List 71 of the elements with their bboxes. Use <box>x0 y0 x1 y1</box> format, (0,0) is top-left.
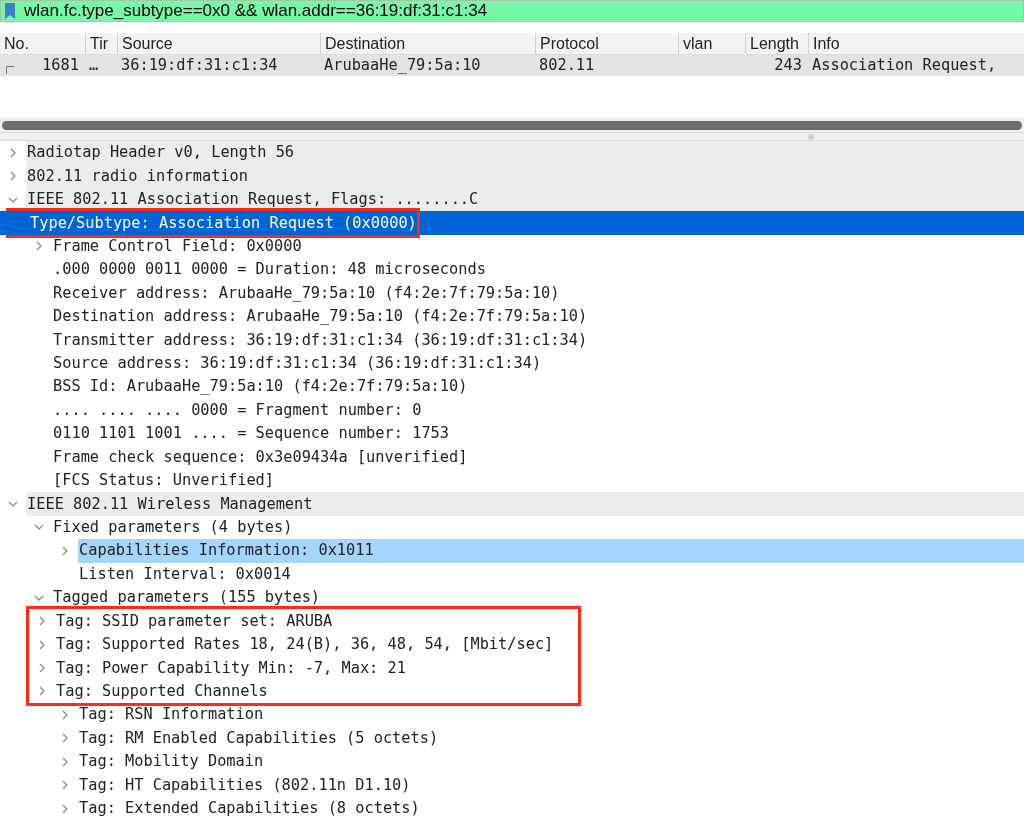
tree-row[interactable]: .000 0000 0011 0000 = Duration: 48 microseconds <box>0 258 1024 282</box>
field-text: Listen Interval: 0x0014 <box>78 563 291 585</box>
tree-row[interactable]: Source address: 36:19:df:31:c1:34 (36:19:df:31:c1:34) <box>0 351 1024 376</box>
column-header[interactable]: Info <box>808 33 1024 54</box>
table-cell: 802.11 <box>539 55 595 76</box>
packet-row[interactable]: 1681 … 36:19:df:31:c1:34 ArubaaHe_79:5a:10 802.11 243 Association Request, <box>0 55 1024 76</box>
field-text: Tag: Supported Channels <box>55 680 268 702</box>
table-cell: ArubaaHe_79:5a:10 <box>324 55 481 76</box>
tree-row[interactable]: Tag: RSN Information <box>0 703 1024 727</box>
field-text: [FCS Status: Unverified] <box>52 470 275 492</box>
scrollbar-thumb[interactable] <box>2 120 1022 130</box>
tree-row[interactable]: [FCS Status: Unverified] <box>0 468 1024 493</box>
field-text: Transmitter address: 36:19:df:31:c1:34 (36:19:df:31:c1:34) <box>52 329 588 351</box>
tree-row[interactable]: Transmitter address: 36:19:df:31:c1:34 (36:19:df:31:c1:34) <box>0 328 1024 352</box>
tree-row[interactable]: Fixed parameters (4 bytes) <box>0 515 1024 540</box>
table-cell: 1681 <box>42 55 79 76</box>
field-text: Source address: 36:19:df:31:c1:34 (36:19:df:31:c1:34) <box>52 353 542 375</box>
field-text: Tag: SSID parameter set: ARUBA <box>55 610 333 632</box>
field-text: Tag: Power Capability Min: -7, Max: 21 <box>55 657 406 679</box>
field-text: Destination address: ArubaaHe_79:5a:10 (f4:2e:7f:79:5a:10) <box>52 306 588 328</box>
tree-connector-icon <box>6 65 14 74</box>
table-cell: 243 <box>774 55 802 76</box>
field-text: 0110 1101 1001 .... = Sequence number: 1753 <box>52 423 449 445</box>
tree-row[interactable]: Receiver address: ArubaaHe_79:5a:10 (f4:2e:7f:79:5a:10) <box>0 281 1024 305</box>
tree-row[interactable]: Tag: Supported Rates 18, 24(B), 36, 48, 54, [Mbit/sec] <box>29 632 554 657</box>
tree-row[interactable]: Tag: RM Enabled Capabilities (5 octets) <box>0 726 1024 750</box>
tree-row[interactable]: Destination address: ArubaaHe_79:5a:10 (f4:2e:7f:79:5a:10) <box>0 304 1024 329</box>
field-text: .000 0000 0011 0000 = Duration: 48 microseconds <box>52 259 486 281</box>
bookmark-icon[interactable] <box>4 2 16 20</box>
field-text: IEEE 802.11 Association Request, Flags: ........C <box>26 189 479 211</box>
tree-row[interactable]: Listen Interval: 0x0014 <box>0 562 1024 586</box>
tree-row[interactable]: Tag: HT Capabilities (802.11n D1.10) <box>0 773 1024 797</box>
column-header[interactable]: Tir <box>85 33 117 54</box>
field-text: Tag: Mobility Domain <box>78 751 264 773</box>
column-header[interactable]: No. <box>0 33 85 54</box>
tree-row[interactable]: Frame Control Field: 0x0000 <box>0 234 1024 259</box>
column-header[interactable]: Protocol <box>535 33 678 54</box>
tree-row[interactable]: BSS Id: ArubaaHe_79:5a:10 (f4:2e:7f:79:5a:10) <box>0 375 1024 399</box>
field-text: Tag: RM Enabled Capabilities (5 octets) <box>78 727 439 749</box>
tree-row[interactable]: Tag: SSID parameter set: ARUBA <box>29 609 554 633</box>
field-text: Frame check sequence: 0x3e09434a [unverified] <box>52 446 468 468</box>
field-text: Frame Control Field: 0x0000 <box>52 235 302 257</box>
tree-row[interactable]: Tag: Mobility Domain <box>0 749 1024 774</box>
table-cell: … <box>89 55 99 76</box>
column-header[interactable]: vlan <box>678 33 745 54</box>
field-text: 802.11 radio information <box>26 165 249 187</box>
field-text: BSS Id: ArubaaHe_79:5a:10 (f4:2e:7f:79:5a:10) <box>52 376 468 398</box>
tree-row[interactable]: Tag: Supported Channels <box>29 679 554 704</box>
tree-row[interactable]: Tag: Power Capability Min: -7, Max: 21 <box>29 656 554 680</box>
field-text: Tag: Extended Capabilities (8 octets) <box>78 798 420 820</box>
tree-row[interactable]: .... .... .... 0000 = Fragment number: 0 <box>0 398 1024 423</box>
field-text: Tag: HT Capabilities (802.11n D1.10) <box>78 774 411 796</box>
field-text: Tag: RSN Information <box>78 704 264 726</box>
table-cell: Association Request, <box>812 55 997 76</box>
table-cell: 36:19:df:31:c1:34 <box>121 55 278 76</box>
column-header[interactable]: Destination <box>320 33 535 54</box>
field-text: Radiotap Header v0, Length 56 <box>26 142 295 164</box>
field-text: IEEE 802.11 Wireless Management <box>26 493 313 515</box>
field-text: Receiver address: ArubaaHe_79:5a:10 (f4:2e:7f:79:5a:10) <box>52 282 560 304</box>
field-text: .... .... .... 0000 = Fragment number: 0 <box>52 399 422 421</box>
field-text: Tagged parameters (155 bytes) <box>52 587 321 609</box>
column-header[interactable]: Source <box>117 33 320 54</box>
tree-row[interactable]: 0110 1101 1001 .... = Sequence number: 1753 <box>0 422 1024 446</box>
tree-row[interactable]: Tag: Extended Capabilities (8 octets) <box>0 796 1024 821</box>
splitter-handle[interactable] <box>808 133 814 140</box>
tree-row[interactable]: Tagged parameters (155 bytes) <box>0 586 1024 610</box>
filter-field[interactable]: wlan.fc.type_subtype==0x0 && wlan.addr==36:19:df:31:c1:34 <box>0 0 1024 22</box>
field-text: Fixed parameters (4 bytes) <box>52 517 293 538</box>
column-header[interactable]: Length <box>745 33 808 54</box>
tree-row[interactable]: Frame check sequence: 0x3e09434a [unverified] <box>0 445 1024 469</box>
field-text: Tag: Supported Rates 18, 24(B), 36, 48, 54, [Mbit/sec] <box>55 634 554 656</box>
